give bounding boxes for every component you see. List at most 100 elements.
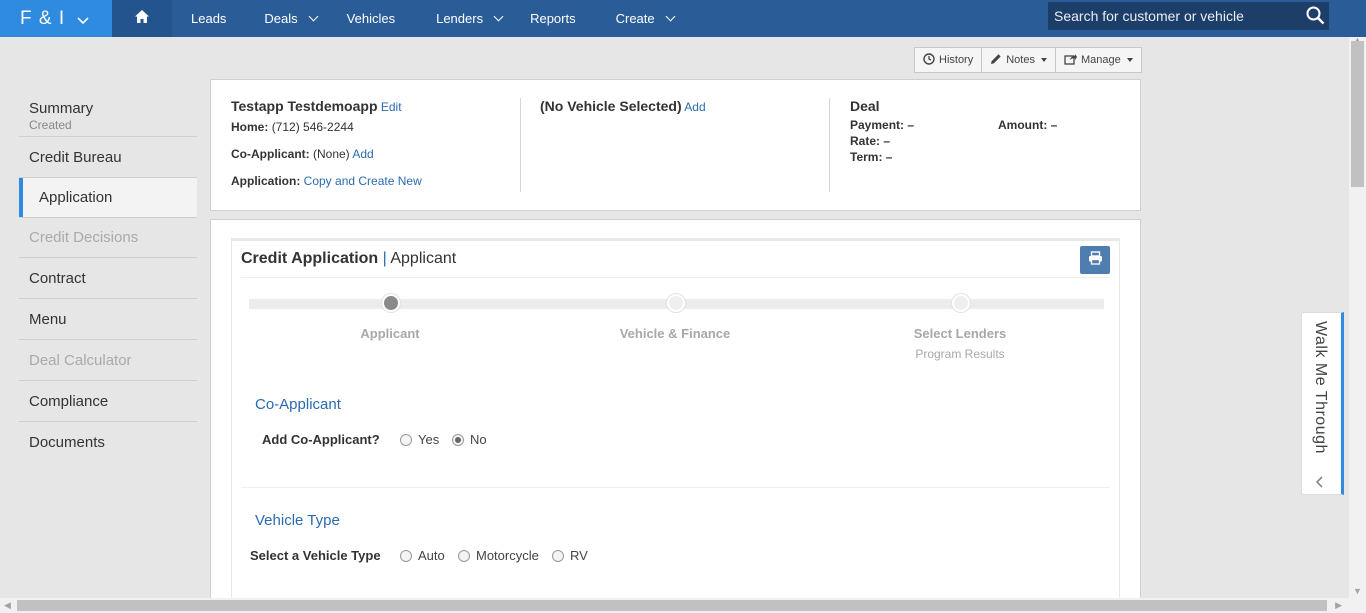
chevron-down-icon bbox=[493, 11, 504, 22]
nav-create[interactable]: Create bbox=[615, 0, 676, 37]
chevron-left-icon[interactable] bbox=[1315, 475, 1324, 491]
coapplicant-yes-radio[interactable] bbox=[400, 433, 412, 446]
printer-icon bbox=[1088, 250, 1103, 270]
nav-deals[interactable]: Deals bbox=[264, 0, 319, 37]
print-button[interactable] bbox=[1080, 246, 1110, 274]
search-box bbox=[1048, 2, 1329, 30]
notes-label: Notes bbox=[1006, 54, 1035, 66]
search-input[interactable] bbox=[1054, 8, 1294, 24]
credit-app-subtitle: Applicant bbox=[390, 250, 457, 267]
step-dot-select-lenders bbox=[952, 294, 970, 312]
notes-button[interactable]: Notes bbox=[982, 48, 1056, 72]
edit-customer-link[interactable]: Edit bbox=[381, 100, 402, 114]
step-dot-applicant bbox=[382, 294, 400, 312]
history-button[interactable]: History bbox=[915, 48, 983, 72]
customer-column: Testapp Testdemoapp Edit Home: (712) 546… bbox=[231, 98, 422, 188]
coapplicant-label: Co-Applicant: bbox=[231, 147, 310, 161]
title-separator: | bbox=[382, 250, 387, 267]
vertical-scrollbar[interactable]: ▲ ▼ bbox=[1349, 35, 1366, 598]
nav-reports-label: Reports bbox=[530, 11, 576, 26]
summary-status: Created bbox=[29, 117, 72, 132]
coapplicant-yes-option[interactable]: Yes bbox=[400, 432, 439, 447]
clock-icon bbox=[923, 52, 935, 68]
nav-lenders-label: Lenders bbox=[436, 11, 484, 26]
add-coapplicant-question: Add Co-Applicant? bbox=[262, 432, 380, 447]
deal-column: Deal Payment: – Amount: – Rate: – Term: … bbox=[850, 98, 1090, 164]
brand-menu[interactable]: F & I bbox=[0, 0, 112, 37]
option-label: Yes bbox=[418, 432, 440, 447]
step-select-lenders[interactable]: Select Lenders bbox=[880, 326, 1040, 341]
vehicle-rv-option[interactable]: RV bbox=[552, 548, 588, 563]
add-vehicle-link[interactable]: Add bbox=[684, 100, 705, 114]
sidebar-item-menu[interactable]: Menu bbox=[19, 299, 197, 340]
nav-create-label: Create bbox=[615, 11, 655, 26]
deal-toolbar: History Notes Manage bbox=[914, 47, 1142, 73]
vehicle-auto-radio[interactable] bbox=[400, 549, 412, 562]
chevron-down-icon bbox=[77, 14, 89, 28]
vehicle-type-section-heading: Vehicle Type bbox=[255, 512, 340, 529]
copy-create-new-link[interactable]: Copy and Create New bbox=[304, 174, 422, 188]
vehicle-motorcycle-option[interactable]: Motorcycle bbox=[458, 548, 539, 563]
nav-reports[interactable]: Reports bbox=[530, 0, 576, 37]
sidebar-item-credit-bureau[interactable]: Credit Bureau bbox=[19, 137, 197, 178]
coapplicant-no-option[interactable]: No bbox=[452, 432, 487, 447]
caret-down-icon bbox=[1040, 58, 1047, 62]
vehicle-motorcycle-radio[interactable] bbox=[458, 549, 470, 562]
step-vehicle-finance[interactable]: Vehicle & Finance bbox=[595, 326, 755, 341]
scroll-left-arrow-icon[interactable]: ◀ bbox=[4, 600, 11, 611]
nav-leads[interactable]: Leads bbox=[191, 0, 226, 37]
nav-vehicles-label: Vehicles bbox=[346, 11, 396, 26]
home-phone-label: Home: bbox=[231, 120, 269, 134]
term-value: – bbox=[885, 150, 893, 164]
divider bbox=[241, 487, 1110, 488]
sidebar-item-label: Deal Calculator bbox=[29, 351, 132, 369]
rate-label: Rate: bbox=[850, 134, 881, 148]
sidebar-item-compliance[interactable]: Compliance bbox=[19, 381, 197, 422]
nav-leads-label: Leads bbox=[191, 11, 227, 26]
divider bbox=[520, 98, 521, 192]
deal-summary-card: Testapp Testdemoapp Edit Home: (712) 546… bbox=[210, 79, 1141, 211]
scroll-down-arrow-icon[interactable]: ▼ bbox=[1353, 586, 1362, 596]
step-applicant[interactable]: Applicant bbox=[310, 326, 470, 341]
credit-application-panel: Credit Application | Applicant Applicant… bbox=[210, 219, 1141, 613]
vehicle-auto-option[interactable]: Auto bbox=[400, 548, 445, 563]
add-coapplicant-link[interactable]: Add bbox=[352, 147, 373, 161]
caret-down-icon bbox=[1126, 58, 1133, 62]
step-dot-vehicle-finance bbox=[667, 294, 685, 312]
vehicle-column: (No Vehicle Selected) Add bbox=[540, 98, 706, 114]
rate-value: – bbox=[883, 134, 891, 148]
payment-label: Payment: bbox=[850, 118, 905, 132]
scroll-right-arrow-icon[interactable]: ▶ bbox=[1335, 600, 1342, 611]
vehicle-title: (No Vehicle Selected) bbox=[540, 98, 682, 114]
page-title: Credit Application | Applicant bbox=[241, 250, 456, 268]
nav-lenders[interactable]: Lenders bbox=[436, 0, 504, 37]
sidebar-item-documents[interactable]: Documents bbox=[19, 422, 197, 463]
divider bbox=[829, 98, 830, 192]
share-icon bbox=[1064, 53, 1077, 68]
manage-label: Manage bbox=[1080, 54, 1121, 66]
search-icon[interactable] bbox=[1306, 6, 1325, 30]
sidebar-item-summary[interactable]: Summary Created bbox=[19, 95, 197, 137]
walk-me-through-tab[interactable]: Walk Me Through bbox=[1301, 312, 1344, 495]
home-icon bbox=[134, 9, 150, 29]
credit-application-form: Credit Application | Applicant Applicant… bbox=[231, 238, 1120, 613]
sidebar-item-label: Application bbox=[39, 189, 113, 206]
divider bbox=[241, 277, 1110, 278]
horizontal-scroll-thumb[interactable] bbox=[17, 600, 1327, 611]
sidebar-item-label: Credit Bureau bbox=[29, 148, 122, 166]
sidebar-item-deal-calculator: Deal Calculator bbox=[19, 340, 197, 381]
vertical-scroll-thumb[interactable] bbox=[1351, 41, 1364, 187]
sidebar-item-label: Documents bbox=[29, 434, 105, 451]
brand-name: F & I bbox=[20, 7, 66, 29]
sidebar-item-application[interactable]: Application bbox=[19, 178, 197, 217]
vehicle-rv-radio[interactable] bbox=[552, 549, 564, 562]
amount-label: Amount: bbox=[998, 118, 1048, 132]
manage-button[interactable]: Manage bbox=[1056, 48, 1141, 72]
sidebar-item-contract[interactable]: Contract bbox=[19, 258, 197, 299]
deal-title: Deal bbox=[850, 98, 880, 114]
home-button[interactable] bbox=[112, 0, 172, 37]
nav-vehicles[interactable]: Vehicles bbox=[347, 0, 395, 37]
horizontal-scrollbar[interactable]: ◀ ▶ bbox=[0, 598, 1366, 613]
coapplicant-no-radio[interactable] bbox=[452, 433, 464, 446]
term-label: Term: bbox=[850, 150, 883, 164]
